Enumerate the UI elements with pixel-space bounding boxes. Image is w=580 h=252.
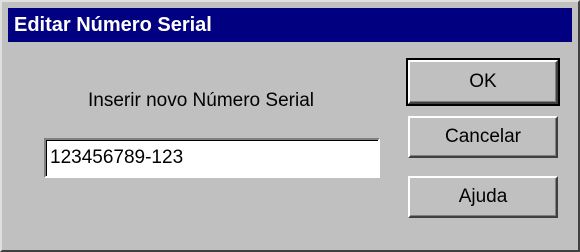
cancel-button[interactable]: Cancelar <box>408 116 558 158</box>
serial-prompt-label: Inserir novo Número Serial <box>88 90 314 111</box>
dialog-title: Editar Número Serial <box>14 14 212 36</box>
dialog-title-bar: Editar Número Serial <box>8 8 572 42</box>
ok-button[interactable]: OK <box>406 58 560 106</box>
edit-serial-dialog: Editar Número Serial Inserir novo Número… <box>0 0 580 252</box>
help-button[interactable]: Ajuda <box>408 176 558 218</box>
serial-number-input[interactable] <box>44 138 380 178</box>
